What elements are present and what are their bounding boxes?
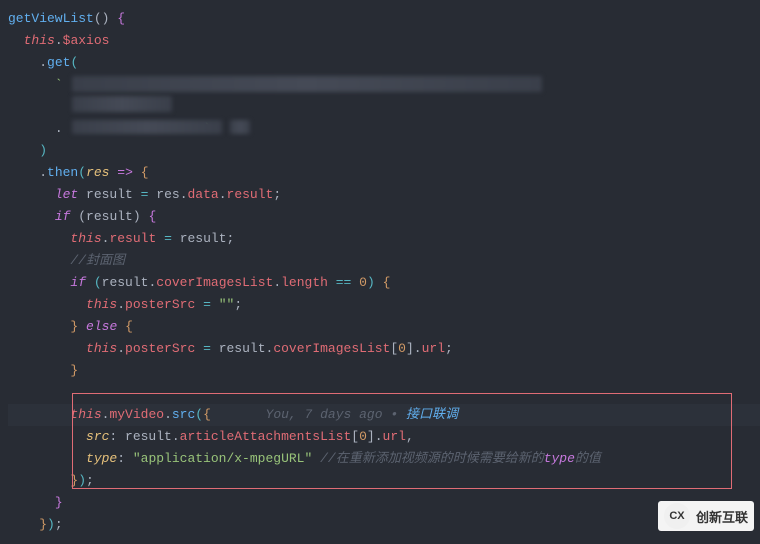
- code-line[interactable]: type: "application/x-mpegURL" //在重新添加视频源…: [8, 448, 760, 470]
- code-line[interactable]: let result = res.data.result;: [8, 184, 760, 206]
- code-line[interactable]: //封面图: [8, 250, 760, 272]
- code-line[interactable]: this.result = result;: [8, 228, 760, 250]
- code-line[interactable]: }: [8, 360, 760, 382]
- code-line-current[interactable]: this.myVideo.src({ You, 7 days ago • 接口联…: [8, 404, 760, 426]
- code-line[interactable]: if (result) {: [8, 206, 760, 228]
- redacted-region: [72, 120, 222, 134]
- code-line[interactable]: [8, 382, 760, 404]
- gitlens-annotation: You, 7 days ago • 接口联调: [266, 407, 458, 422]
- code-line[interactable]: src: result.articleAttachmentsList[0].ur…: [8, 426, 760, 448]
- code-line[interactable]: this.posterSrc = "";: [8, 294, 760, 316]
- redacted-region: [230, 120, 250, 134]
- code-line[interactable]: if (result.coverImagesList.length == 0) …: [8, 272, 760, 294]
- code-line[interactable]: this.$axios: [8, 30, 760, 52]
- code-line[interactable]: .then(res => {: [8, 162, 760, 184]
- code-line[interactable]: getViewList() {: [8, 8, 760, 30]
- code-line[interactable]: });: [8, 514, 760, 536]
- watermark-text: 创新互联: [696, 507, 748, 526]
- redacted-region: [72, 96, 172, 112]
- code-line[interactable]: });: [8, 470, 760, 492]
- code-line[interactable]: this.posterSrc = result.coverImagesList[…: [8, 338, 760, 360]
- code-line[interactable]: } else {: [8, 316, 760, 338]
- inline-comment: //在重新添加视频源的时候需要给新的type的值: [320, 451, 601, 466]
- code-line[interactable]: ): [8, 140, 760, 162]
- code-line[interactable]: .get(: [8, 52, 760, 74]
- redacted-region: [72, 76, 542, 92]
- watermark: CX 创新互联: [658, 501, 754, 531]
- function-name: getViewList: [8, 11, 94, 26]
- code-line[interactable]: }: [8, 492, 760, 514]
- watermark-icon: CX: [664, 503, 690, 529]
